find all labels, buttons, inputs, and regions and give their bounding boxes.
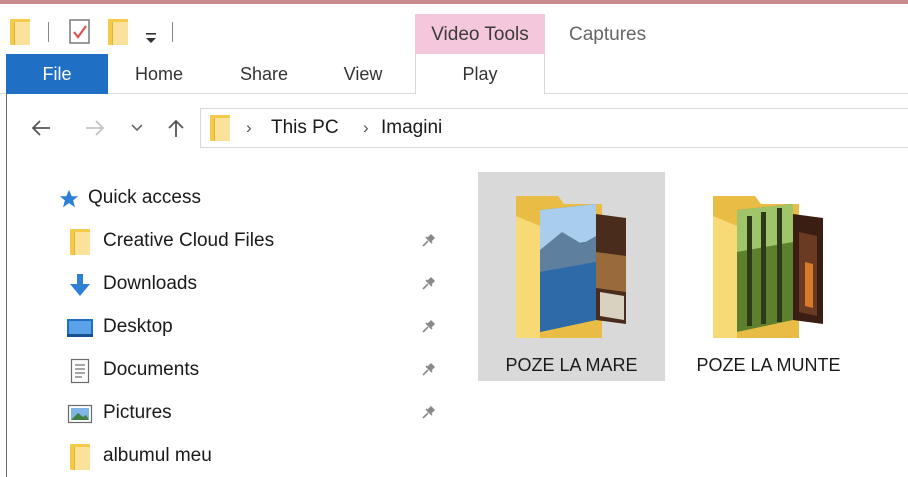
recent-locations-chevron-icon[interactable] — [128, 116, 146, 140]
properties-icon[interactable] — [68, 18, 94, 46]
pin-icon[interactable] — [419, 273, 439, 293]
nav-item-documents[interactable]: Documents — [7, 350, 457, 390]
breadcrumb-imagini[interactable]: Imagini — [381, 109, 442, 147]
pin-icon[interactable] — [419, 230, 439, 250]
title-bar: Video Tools Captures — [0, 4, 908, 56]
nav-item-downloads[interactable]: Downloads — [7, 264, 457, 304]
nav-item-label: Documents — [103, 359, 200, 380]
breadcrumb-chevron-icon[interactable]: › — [363, 109, 369, 147]
nav-item-label: Quick access — [88, 187, 201, 208]
back-arrow-icon[interactable] — [28, 116, 54, 140]
customize-toolbar-icon[interactable] — [144, 23, 158, 51]
folder-icon[interactable] — [10, 18, 30, 46]
ribbon-tabs: File Home Share View Play — [0, 54, 908, 94]
nav-item-label: Pictures — [103, 402, 172, 423]
breadcrumb-this-pc[interactable]: This PC — [271, 109, 339, 147]
file-explorer-window: Video Tools Captures File Home Share Vie… — [0, 0, 908, 477]
nav-item-quick-access[interactable]: Quick access — [7, 178, 457, 218]
tab-share[interactable]: Share — [224, 54, 304, 94]
nav-item-pictures[interactable]: Pictures — [7, 393, 457, 433]
toolbar-divider — [172, 22, 173, 42]
folder-name: POZE LA MUNTE — [696, 355, 841, 375]
nav-item-albumul-meu[interactable]: albumul meu — [7, 436, 457, 476]
nav-item-label: albumul meu — [103, 445, 212, 466]
pin-icon[interactable] — [419, 402, 439, 422]
tab-play[interactable]: Play — [415, 54, 545, 94]
star-icon — [54, 185, 84, 213]
pin-icon[interactable] — [419, 316, 439, 336]
tab-view[interactable]: View — [326, 54, 400, 94]
tab-file[interactable]: File — [6, 54, 108, 94]
new-folder-icon[interactable] — [108, 18, 128, 46]
window-title: Captures — [569, 24, 647, 45]
tab-home[interactable]: Home — [118, 54, 200, 94]
nav-item-desktop[interactable]: Desktop — [7, 307, 457, 347]
breadcrumb-chevron-icon[interactable]: › — [246, 109, 252, 147]
toolbar-divider — [48, 22, 49, 42]
desktop-icon — [65, 314, 95, 342]
download-arrow-icon — [65, 271, 95, 299]
folder-with-sea-photos-icon — [516, 196, 626, 338]
pictures-icon — [65, 400, 95, 428]
folder-tile-poze-la-mare[interactable]: POZE LA MARE — [478, 172, 665, 381]
nav-item-creative-cloud-files[interactable]: Creative Cloud Files — [7, 221, 457, 261]
navigation-pane: Quick access Creative Cloud Files Downlo… — [7, 164, 457, 477]
nav-item-label: Creative Cloud Files — [103, 230, 275, 251]
folder-icon — [210, 115, 230, 146]
document-icon — [65, 357, 95, 385]
nav-item-label: Downloads — [103, 273, 197, 294]
nav-item-label: Desktop — [103, 316, 173, 337]
pin-icon[interactable] — [419, 359, 439, 379]
folder-icon — [65, 228, 95, 256]
folder-tile-poze-la-munte[interactable]: POZE LA MUNTE — [675, 172, 862, 381]
context-group-video-tools: Video Tools — [415, 14, 545, 56]
forward-arrow-icon[interactable] — [82, 116, 108, 140]
content-pane: POZE LA MARE POZE LA MUNTE — [458, 164, 908, 477]
folder-name: POZE LA MARE — [505, 355, 638, 375]
folder-icon — [65, 443, 95, 471]
up-arrow-icon[interactable] — [164, 116, 188, 140]
folder-with-mountain-photos-icon — [713, 196, 823, 338]
address-bar[interactable]: › This PC › Imagini — [200, 108, 908, 148]
